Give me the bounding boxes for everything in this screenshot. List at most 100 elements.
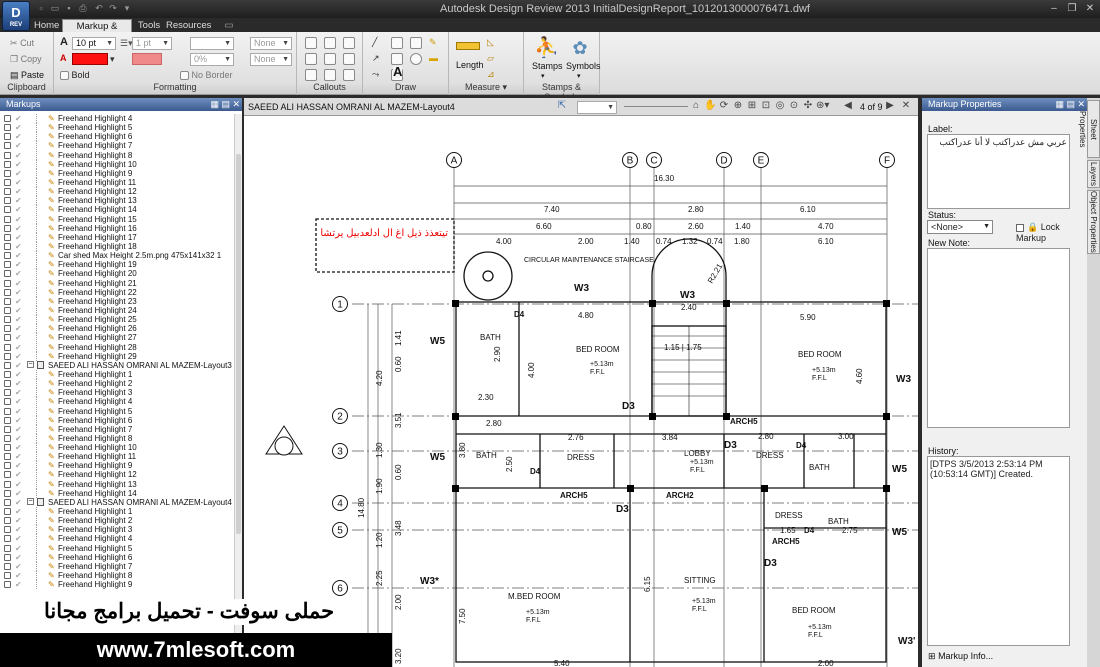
tree-item-row[interactable]: ✔ ✎ Freehand Highlight 8 (0, 571, 234, 581)
tree-item-row[interactable]: ✔ ✎ Freehand Highlight 5 (0, 123, 234, 133)
orbit-icon[interactable]: ⟳ (718, 100, 730, 112)
check-icon[interactable]: ✔ (15, 379, 22, 388)
lock-icon[interactable] (4, 535, 11, 543)
lock-icon[interactable] (4, 434, 11, 442)
callout-note-button[interactable] (324, 52, 336, 65)
check-icon[interactable]: ✔ (15, 534, 22, 543)
tree-item-row[interactable]: ✔ ✎ Freehand Highlight 27 (0, 333, 234, 343)
perimeter-tool-icon[interactable]: ⊿ (487, 68, 495, 80)
lock-icon[interactable] (4, 215, 11, 223)
check-icon[interactable]: ✔ (15, 324, 22, 333)
new-note-field[interactable] (927, 248, 1070, 428)
tab-markup-measure[interactable]: Markup & Measure (62, 19, 132, 45)
lock-icon[interactable] (4, 471, 11, 479)
check-icon[interactable]: ✔ (15, 498, 22, 507)
check-icon[interactable]: ✔ (15, 489, 22, 498)
zoom-rect-icon[interactable]: ⊞ (746, 100, 758, 112)
lock-icon[interactable] (4, 252, 11, 260)
close-icon[interactable]: ✕ (1082, 2, 1098, 15)
pan-icon[interactable]: ✋ (704, 100, 716, 112)
check-icon[interactable]: ✔ (15, 525, 22, 534)
lock-icon[interactable] (4, 398, 11, 406)
panel-controls[interactable]: ▦ ▤ ✕ (1055, 98, 1085, 111)
callout-star-button[interactable] (343, 68, 355, 81)
pencil-icon[interactable]: ✎ (429, 36, 437, 48)
look-icon[interactable]: ◎ (774, 100, 786, 112)
next-page-icon[interactable]: ▶ (884, 100, 896, 112)
symbols-button[interactable]: Symbols (566, 60, 601, 72)
lock-icon[interactable] (4, 169, 11, 177)
lock-icon[interactable] (4, 526, 11, 534)
fit-window-icon[interactable]: ⊡ (760, 100, 772, 112)
lock-markup-checkbox[interactable]: 🔒 Lock Markup (1016, 222, 1087, 243)
select-icon[interactable]: ⇱ (556, 100, 568, 112)
rectangle-tool-button[interactable] (391, 36, 403, 49)
lock-icon[interactable] (4, 151, 11, 159)
line-tool-icon[interactable]: ╱ (372, 36, 377, 48)
tree-group-row[interactable]: ✔ − SAEED ALI HASSAN OMRANI AL MAZEM-Layou… (0, 360, 234, 370)
check-icon[interactable]: ✔ (15, 123, 22, 132)
lock-icon[interactable] (4, 206, 11, 214)
lock-icon[interactable] (4, 124, 11, 132)
font-size-select[interactable]: 10 pt ▼ (72, 37, 116, 50)
markup-info-button[interactable]: ⊞ Markup Info... (928, 651, 993, 662)
zoom-icon[interactable]: ⊕ (732, 100, 744, 112)
chevron-down-icon[interactable]: ▾ (110, 53, 115, 65)
check-icon[interactable]: ✔ (15, 132, 22, 141)
tree-item-row[interactable]: ✔ ✎ Freehand Highlight 9 (0, 461, 234, 471)
lock-icon[interactable] (4, 261, 11, 269)
cloud-tool-button[interactable] (410, 36, 422, 49)
lock-icon[interactable] (4, 462, 11, 470)
check-icon[interactable]: ✔ (15, 388, 22, 397)
lock-icon[interactable] (4, 197, 11, 205)
scrollbar-thumb[interactable] (236, 154, 241, 534)
tree-item-row[interactable]: ✔ ✎ Freehand Highlight 3 (0, 525, 234, 535)
check-icon[interactable]: ✔ (15, 160, 22, 169)
lock-icon[interactable] (4, 178, 11, 186)
tree-item-row[interactable]: ✔ ✎ Freehand Highlight 13 (0, 196, 234, 206)
bold-toggle[interactable]: Bold (60, 69, 90, 81)
check-icon[interactable]: ✔ (15, 425, 22, 434)
lock-icon[interactable] (4, 188, 11, 196)
app-menu-button[interactable]: D REV (2, 1, 30, 31)
check-icon[interactable]: ✔ (15, 361, 22, 370)
check-icon[interactable]: ✔ (15, 343, 22, 352)
tree-item-row[interactable]: ✔ ✎ Freehand Highlight 7 (0, 424, 234, 434)
check-icon[interactable]: ✔ (15, 470, 22, 479)
lock-icon[interactable] (4, 416, 11, 424)
tree-item-row[interactable]: ✔ ✎ Freehand Highlight 7 (0, 141, 234, 151)
opacity-select[interactable]: 0% ▼ (190, 53, 234, 66)
walk-icon[interactable]: ⊙ (788, 100, 800, 112)
tree-item-row[interactable]: ✔ ✎ Freehand Highlight 2 (0, 379, 234, 389)
lock-icon[interactable] (4, 489, 11, 497)
fill-color-swatch[interactable] (132, 53, 162, 65)
tab-sheet-properties[interactable]: Sheet Properties (1078, 100, 1100, 158)
check-icon[interactable]: ✔ (15, 571, 22, 580)
tree-item-row[interactable]: ✔ ✎ Freehand Highlight 13 (0, 479, 234, 489)
tree-item-row[interactable]: ✔ ✎ Freehand Highlight 4 (0, 114, 234, 123)
lock-icon[interactable] (4, 142, 11, 150)
text-tool-button[interactable]: A (393, 65, 403, 78)
status-select[interactable]: <None> ▼ (927, 220, 993, 234)
tab-layers[interactable]: Layers (1087, 160, 1100, 188)
lock-icon[interactable] (4, 370, 11, 378)
lock-icon[interactable] (4, 279, 11, 287)
check-icon[interactable]: ✔ (15, 114, 22, 123)
stamps-button[interactable]: Stamps (532, 60, 563, 72)
check-icon[interactable]: ✔ (15, 434, 22, 443)
undo-icon[interactable]: ↶ (94, 3, 104, 14)
highlighter-icon[interactable]: ▬ (429, 52, 438, 64)
tab-object-properties[interactable]: Object Properties (1087, 190, 1100, 254)
end-arrow-select[interactable]: None ▼ (250, 53, 292, 66)
arrowhead-select[interactable]: None ▼ (250, 37, 292, 50)
line-weight-select[interactable]: 1 pt ▼ (132, 37, 172, 50)
lock-icon[interactable] (4, 115, 11, 122)
callout-rect-button[interactable] (324, 36, 336, 49)
callout-oval-button[interactable] (343, 36, 355, 49)
tree-item-row[interactable]: ✔ ✎ Freehand Highlight 14 (0, 488, 234, 498)
polyline-icon[interactable]: ⤳ (372, 68, 379, 80)
check-icon[interactable]: ✔ (15, 397, 22, 406)
check-icon[interactable]: ✔ (15, 251, 22, 260)
tree-item-row[interactable]: ✔ ✎ Freehand Highlight 25 (0, 315, 234, 325)
lock-icon[interactable] (4, 160, 11, 168)
